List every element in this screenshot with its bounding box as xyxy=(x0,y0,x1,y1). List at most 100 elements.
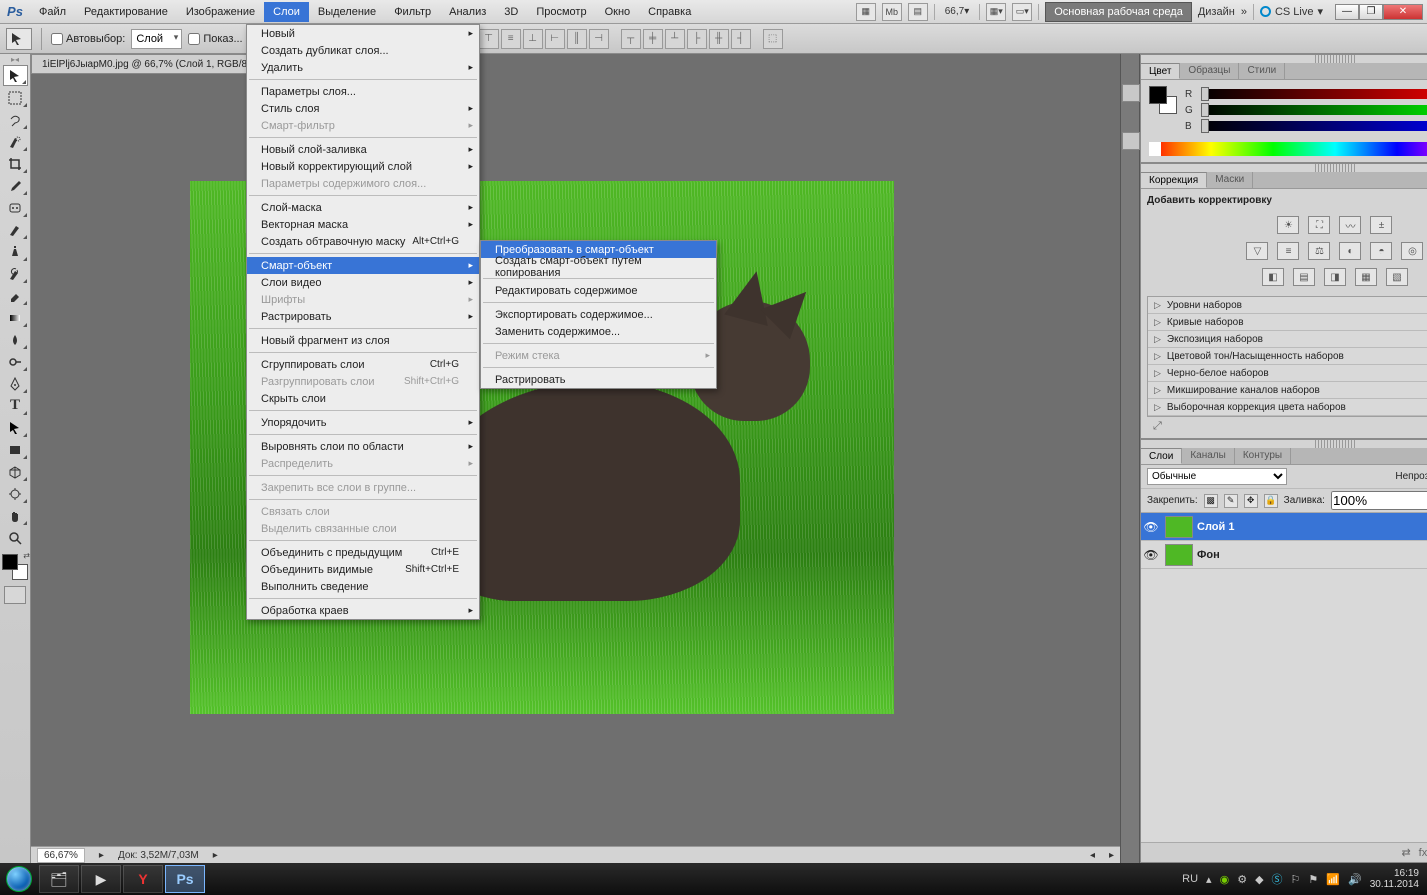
clone-stamp-tool[interactable] xyxy=(3,241,28,262)
align-top-icon[interactable]: ⊤ xyxy=(479,29,499,49)
r-slider[interactable] xyxy=(1201,89,1427,99)
align-right-icon[interactable]: ⊣ xyxy=(589,29,609,49)
move-tool[interactable] xyxy=(3,65,28,86)
start-button[interactable] xyxy=(0,863,38,895)
status-menu-icon[interactable]: ▸ xyxy=(213,850,218,861)
layers-menu-item-12[interactable]: Слой-маска▸ xyxy=(247,199,479,216)
tray-skype-icon[interactable]: Ⓢ xyxy=(1272,871,1283,887)
layers-menu-item-14[interactable]: Создать обтравочную маскуAlt+Ctrl+G xyxy=(247,233,479,250)
layers-menu-item-17[interactable]: Слои видео▸ xyxy=(247,274,479,291)
smart-submenu-item-5[interactable]: Экспортировать содержимое... xyxy=(481,306,716,323)
history-brush-tool[interactable] xyxy=(3,263,28,284)
lock-pixels-icon[interactable]: ▩ xyxy=(1204,494,1218,508)
adj-expand-icon[interactable]: ⤢ xyxy=(1153,420,1162,433)
preset-row-2[interactable]: ▷Экспозиция наборов xyxy=(1148,331,1427,348)
menu-image[interactable]: Изображение xyxy=(177,2,264,22)
collapsed-character-icon[interactable] xyxy=(1122,132,1140,150)
adj-channelmix-icon[interactable]: ◎ xyxy=(1401,242,1423,260)
zoom-level-display[interactable]: 66,7 ▾ xyxy=(941,6,974,17)
lock-position-icon[interactable]: ✥ xyxy=(1244,494,1258,508)
hand-tool[interactable] xyxy=(3,505,28,526)
layers-menu-item-13[interactable]: Векторная маска▸ xyxy=(247,216,479,233)
distribute-right-icon[interactable]: ┤ xyxy=(731,29,751,49)
hscroll-right-icon[interactable]: ▸ xyxy=(1109,850,1114,861)
panel-fg-swatch[interactable] xyxy=(1149,86,1167,104)
fill-input[interactable] xyxy=(1331,491,1427,510)
tray-security-icon[interactable]: ⚐ xyxy=(1291,873,1301,886)
collapsed-history-icon[interactable] xyxy=(1122,84,1140,102)
preset-row-3[interactable]: ▷Цветовой тон/Насыщенность наборов xyxy=(1148,348,1427,365)
eraser-tool[interactable] xyxy=(3,285,28,306)
zoom-tool[interactable] xyxy=(3,527,28,548)
taskbar-clock[interactable]: 16:19 30.11.2014 xyxy=(1370,868,1419,890)
taskbar-photoshop-icon[interactable]: Ps xyxy=(165,865,205,893)
menu-help[interactable]: Справка xyxy=(639,2,700,22)
layer-name[interactable]: Фон xyxy=(1197,549,1220,561)
auto-align-icon[interactable]: ⬚ xyxy=(763,29,783,49)
shape-tool[interactable] xyxy=(3,439,28,460)
layer-thumbnail[interactable] xyxy=(1165,544,1193,566)
preset-row-0[interactable]: ▷Уровни наборов xyxy=(1148,297,1427,314)
tray-volume-icon[interactable]: 🔊 xyxy=(1348,873,1362,886)
tray-show-hidden-icon[interactable]: ▴ xyxy=(1206,873,1212,886)
workspace-more-icon[interactable]: » xyxy=(1241,6,1247,18)
color-swatches[interactable]: ⇄ xyxy=(2,554,28,580)
smart-submenu-item-6[interactable]: Заменить содержимое... xyxy=(481,323,716,340)
tab-masks[interactable]: Маски xyxy=(1207,172,1253,188)
window-close-button[interactable]: ✕ xyxy=(1383,4,1423,20)
adj-threshold-icon[interactable]: ◨ xyxy=(1324,268,1346,286)
align-vcenter-icon[interactable]: ≡ xyxy=(501,29,521,49)
preset-row-1[interactable]: ▷Кривые наборов xyxy=(1148,314,1427,331)
menu-file[interactable]: Файл xyxy=(30,2,75,22)
layer-visibility-icon[interactable]: 👁 xyxy=(1141,520,1161,534)
taskbar-browser-icon[interactable]: Y xyxy=(123,865,163,893)
layers-menu-item-1[interactable]: Создать дубликат слоя... xyxy=(247,42,479,59)
adj-posterize-icon[interactable]: ▤ xyxy=(1293,268,1315,286)
layers-menu-item-27[interactable]: Упорядочить▸ xyxy=(247,414,479,431)
layers-menu-item-19[interactable]: Растрировать▸ xyxy=(247,308,479,325)
distribute-left-icon[interactable]: ├ xyxy=(687,29,707,49)
tab-color[interactable]: Цвет xyxy=(1141,63,1180,79)
adj-exposure-icon[interactable]: ± xyxy=(1370,216,1392,234)
align-left-icon[interactable]: ⊢ xyxy=(545,29,565,49)
align-hcenter-icon[interactable]: ║ xyxy=(567,29,587,49)
canvas-area[interactable] xyxy=(31,74,1120,846)
preset-row-4[interactable]: ▷Черно-белое наборов xyxy=(1148,365,1427,382)
quick-select-tool[interactable] xyxy=(3,131,28,152)
lock-all-icon[interactable]: 🔒 xyxy=(1264,494,1278,508)
extras-icon[interactable]: ▤ xyxy=(908,3,928,21)
menu-filter[interactable]: Фильтр xyxy=(385,2,440,22)
menu-analysis[interactable]: Анализ xyxy=(440,2,495,22)
layers-menu-item-0[interactable]: Новый▸ xyxy=(247,25,479,42)
blend-mode-select[interactable]: Обычные xyxy=(1147,468,1287,485)
color-spectrum[interactable] xyxy=(1149,142,1427,156)
swap-colors-icon[interactable]: ⇄ xyxy=(23,551,30,560)
distribute-top-icon[interactable]: ┬ xyxy=(621,29,641,49)
layers-menu-item-16[interactable]: Смарт-объект▸ xyxy=(247,257,479,274)
arrange-documents-icon[interactable]: ▦▾ xyxy=(986,3,1006,21)
window-restore-button[interactable]: ❐ xyxy=(1359,4,1383,20)
layers-menu-item-41[interactable]: Обработка краев▸ xyxy=(247,602,479,619)
quick-mask-button[interactable] xyxy=(4,586,26,604)
menu-window[interactable]: Окно xyxy=(596,2,640,22)
tray-app-icon[interactable]: ◆ xyxy=(1255,873,1263,886)
adj-curves-icon[interactable]: 〰 xyxy=(1339,216,1361,234)
layers-menu-item-39[interactable]: Выполнить сведение xyxy=(247,578,479,595)
workspace-design-label[interactable]: Дизайн xyxy=(1198,6,1235,18)
layer-visibility-icon[interactable]: 👁 xyxy=(1141,548,1161,562)
layer-row-1[interactable]: 👁Фон🔒 xyxy=(1141,541,1427,569)
lock-brush-icon[interactable]: ✎ xyxy=(1224,494,1238,508)
crop-tool[interactable] xyxy=(3,153,28,174)
adj-bw-icon[interactable]: ◐ xyxy=(1339,242,1361,260)
healing-brush-tool[interactable] xyxy=(3,197,28,218)
menu-view[interactable]: Просмотр xyxy=(527,2,595,22)
layers-menu-item-23[interactable]: Сгруппировать слоиCtrl+G xyxy=(247,356,479,373)
adj-selective-icon[interactable]: ▧ xyxy=(1386,268,1408,286)
auto-select-checkbox[interactable]: Автовыбор: xyxy=(51,33,125,45)
marquee-tool[interactable] xyxy=(3,87,28,108)
show-transform-controls-checkbox[interactable]: Показ... xyxy=(188,33,242,45)
layers-menu-item-8[interactable]: Новый слой-заливка▸ xyxy=(247,141,479,158)
mini-bridge-icon[interactable]: Mb xyxy=(882,3,902,21)
menu-select[interactable]: Выделение xyxy=(309,2,385,22)
preset-row-6[interactable]: ▷Выборочная коррекция цвета наборов xyxy=(1148,399,1427,416)
